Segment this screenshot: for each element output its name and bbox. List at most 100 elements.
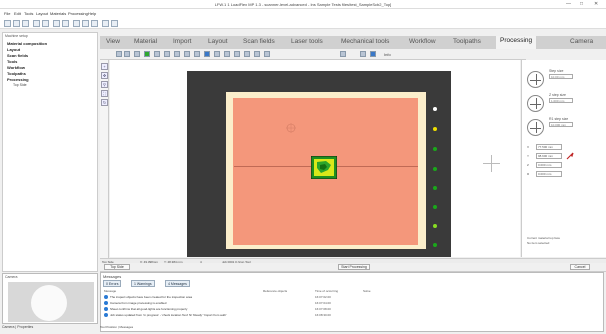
menu-tools[interactable]: Tools (24, 11, 33, 16)
messages-filter[interactable]: 4 Messages (165, 280, 190, 287)
tree-item-layout[interactable]: Layout (7, 47, 20, 52)
settings-icon[interactable] (111, 20, 118, 27)
status-dot (433, 147, 437, 151)
xy-jog-control[interactable] (527, 71, 544, 88)
back-icon[interactable] (134, 51, 140, 57)
r-jog-control[interactable] (527, 119, 544, 136)
move-icon[interactable] (124, 51, 130, 57)
select-icon[interactable] (116, 51, 122, 57)
status-dot (433, 205, 437, 209)
undo-icon[interactable] (53, 20, 60, 27)
close-icon[interactable]: ✕ (594, 1, 598, 7)
message-row[interactable]: Camera from image processing is enabled (104, 301, 166, 306)
pause-icon[interactable] (174, 51, 180, 57)
errors-filter[interactable]: 0 Errors (103, 280, 122, 287)
new-file-icon[interactable] (4, 20, 11, 27)
add-icon[interactable]: + (101, 63, 108, 70)
cut-icon[interactable] (73, 20, 80, 27)
play-icon[interactable] (144, 51, 150, 57)
tree-item-toolpaths[interactable]: Toolpaths (7, 71, 26, 76)
tab-processing[interactable]: Processing (496, 36, 537, 49)
maximize-icon[interactable]: □ (580, 1, 583, 7)
grid-icon[interactable] (244, 51, 250, 57)
menu-layout[interactable]: Layout (36, 11, 48, 16)
message-row[interactable]: Job status updated from 'in progress' - … (104, 313, 227, 318)
info-icon (104, 307, 108, 312)
open-file-icon[interactable] (13, 20, 20, 27)
z-position-field[interactable]: 0.000 mm (536, 162, 562, 168)
menu-processing[interactable]: Processing (68, 11, 88, 16)
start-processing-button[interactable]: Start Processing (338, 264, 370, 270)
z-jog-control[interactable] (527, 95, 544, 112)
r-position-field[interactable]: 0.000 mm (536, 171, 562, 177)
pan-icon[interactable]: ✥ (101, 72, 108, 79)
tab-mechanical-tools[interactable]: Mechanical tools (341, 38, 389, 45)
selection-label: No item selected (527, 241, 550, 245)
tree-item-processing[interactable]: Processing (7, 77, 29, 82)
menu-materials[interactable]: Materials (50, 11, 66, 16)
zoom-in-icon[interactable]: ⚲ (101, 81, 108, 88)
left-bottom-tabs[interactable]: Camera | Properties (2, 325, 33, 329)
export-icon[interactable] (42, 20, 49, 27)
tree-item-material[interactable]: Material composition (7, 41, 47, 46)
tab-material[interactable]: Material (134, 38, 157, 45)
tab-layout[interactable]: Layout (208, 38, 228, 45)
info-icon (104, 301, 108, 306)
jog-panel: Step size 10.00 mm Z step size 1.000 mm … (521, 60, 606, 257)
y-position-field[interactable]: 98.600 mm (536, 153, 562, 159)
x-position-field[interactable]: 77.500 mm (536, 144, 562, 150)
home-icon[interactable] (184, 51, 190, 57)
tree-item-workflow[interactable]: Workflow (7, 65, 25, 70)
tab-scan-fields[interactable]: Scan fields (243, 38, 275, 45)
messages-header: Messages (103, 274, 122, 279)
fit-view-icon[interactable]: ⛶ (101, 90, 108, 97)
camera-icon[interactable] (224, 51, 230, 57)
fit-icon[interactable] (264, 51, 270, 57)
measure-icon[interactable] (214, 51, 220, 57)
tab-toolpaths[interactable]: Toolpaths (453, 38, 481, 45)
tree-item-top-side[interactable]: Top Side (13, 83, 27, 87)
cancel-button[interactable]: Cancel (570, 264, 590, 270)
laser-icon[interactable] (204, 51, 210, 57)
redo-icon[interactable] (62, 20, 69, 27)
lock-icon[interactable] (340, 51, 346, 57)
wrench-icon[interactable] (566, 152, 574, 160)
message-row[interactable]: Sheet confirms that all good-lights are … (104, 307, 187, 312)
tab-view[interactable]: View (106, 38, 120, 45)
material-face-label: Current material top face (527, 236, 561, 240)
minimize-icon[interactable]: — (566, 1, 571, 7)
step-icon[interactable] (154, 51, 160, 57)
z-step-size-input[interactable]: 1.000 mm (549, 98, 573, 103)
message-row[interactable]: The inspect objects have been created fo… (104, 295, 192, 300)
jog-label: R1 step size (549, 117, 569, 121)
bottom-tabs[interactable]: Tool Position | Messages (100, 325, 133, 329)
power-icon[interactable] (360, 51, 366, 57)
menu-edit[interactable]: Edit (14, 11, 21, 16)
tree-item-tools[interactable]: Tools (7, 59, 17, 64)
align-icon[interactable] (194, 51, 200, 57)
warnings-filter[interactable]: 1 Warnings (131, 280, 155, 287)
stop-icon[interactable] (164, 51, 170, 57)
info-icon[interactable] (370, 51, 376, 57)
delete-icon[interactable] (102, 20, 109, 27)
tree-item-scan-fields[interactable]: Scan fields (7, 53, 28, 58)
zoom-icon[interactable] (254, 51, 260, 57)
menu-file[interactable]: File (4, 11, 10, 16)
step-size-input[interactable]: 10.00 mm (549, 74, 573, 79)
paste-icon[interactable] (91, 20, 98, 27)
r-step-size-input[interactable]: 10.000 mm (549, 122, 573, 127)
tab-camera[interactable]: Camera (570, 38, 593, 45)
import-icon[interactable] (33, 20, 40, 27)
copy-icon[interactable] (82, 20, 89, 27)
target-icon[interactable] (234, 51, 240, 57)
processing-viewport[interactable] (110, 60, 520, 257)
tab-workflow[interactable]: Workflow (409, 38, 436, 45)
tab-import[interactable]: Import (173, 38, 191, 45)
ribbon-info-label: Info (384, 52, 391, 57)
tab-laser-tools[interactable]: Laser tools (291, 38, 323, 45)
rotate-icon[interactable]: ↻ (101, 99, 108, 106)
menu-help[interactable]: Help (88, 11, 96, 16)
top-side-button[interactable]: Top Side (104, 264, 130, 270)
board-part[interactable] (311, 156, 337, 179)
save-icon[interactable] (22, 20, 29, 27)
